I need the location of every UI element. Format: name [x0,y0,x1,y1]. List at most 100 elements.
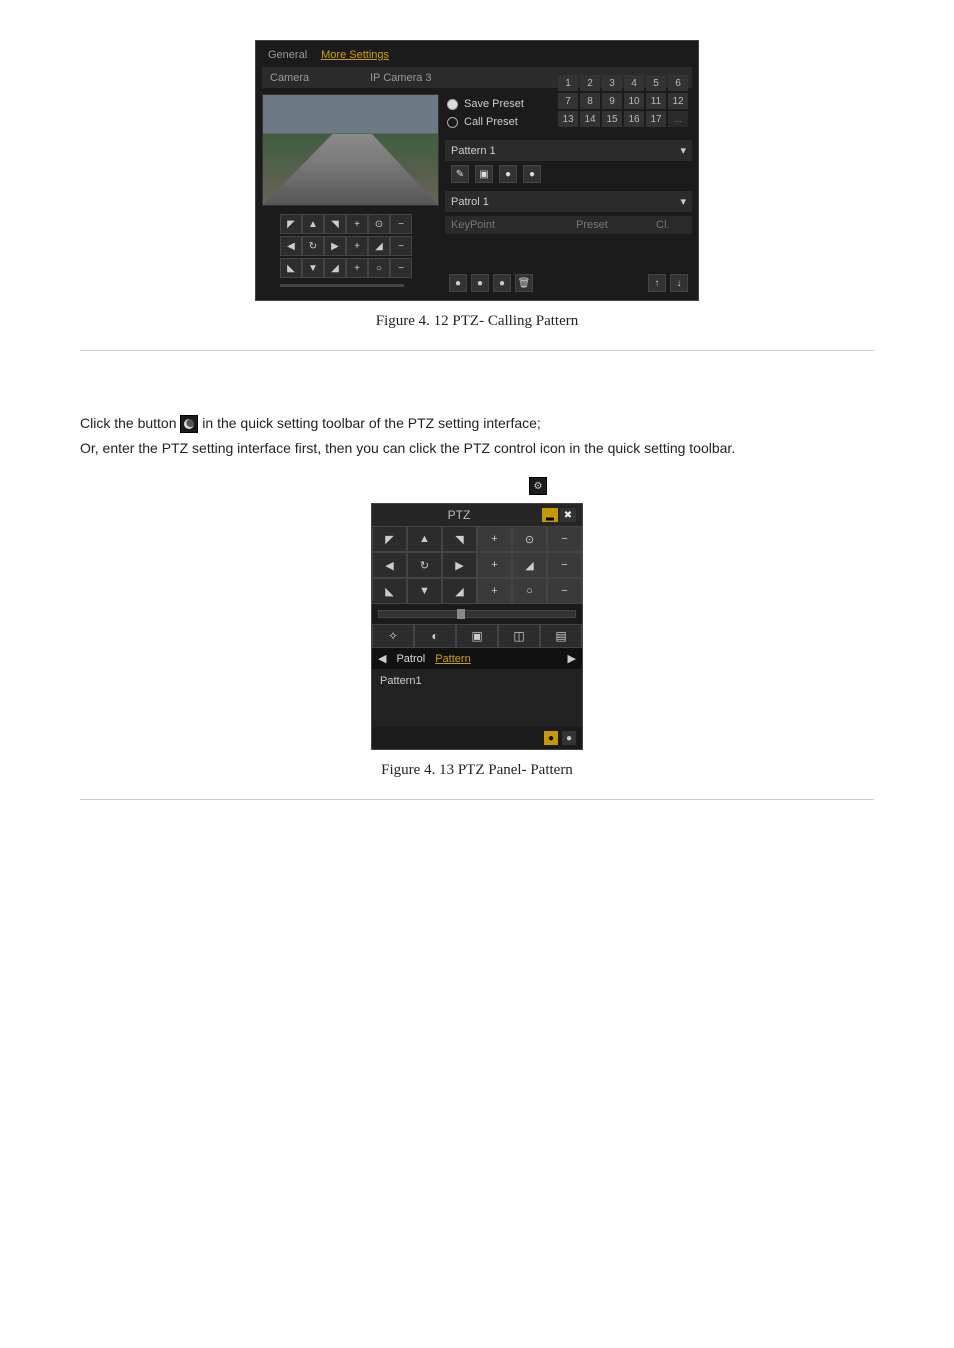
ptz-left-button[interactable]: ◀ [280,236,302,256]
keypoint-header-row: KeyPoint Preset Cl. [445,216,692,234]
ptz-panel-tabs: ◀ Patrol Pattern ▶ [372,648,582,669]
ptz-quick-icon [180,415,198,433]
center-button[interactable]: ◫ [498,624,540,648]
ptz-up-button[interactable]: ▲ [407,526,442,552]
patrol-up-button[interactable]: ↑ [648,274,666,292]
focus-in-button[interactable]: + [346,236,368,256]
line2: Or, enter the PTZ setting interface firs… [80,440,735,456]
tabs-left-arrow[interactable]: ◀ [378,652,386,665]
divider [80,350,874,351]
preset-6[interactable]: 6 [668,75,688,91]
ptz-speed-slider[interactable] [280,284,404,287]
pattern-list: Pattern1 [372,669,582,727]
iris-in-button[interactable]: + [346,258,368,278]
preset-9[interactable]: 9 [602,93,622,109]
patrol-play-button[interactable]: ● [493,274,511,292]
ptz-left-button[interactable]: ◀ [372,552,407,578]
radio-selected-icon [447,99,458,110]
ptz-down-left-button[interactable]: ◣ [372,578,407,604]
zoom-out-button[interactable]: − [390,214,412,234]
ptz-down-right-button[interactable]: ◢ [324,258,346,278]
preset-13[interactable]: 13 [558,111,578,127]
ptz-feature-icons: ✧ ◐ ▣ ◫ ▤ [372,624,582,648]
preset-8[interactable]: 8 [580,93,600,109]
pattern-select-row[interactable]: Pattern 1 ▾ [445,140,692,161]
close-button[interactable]: ✖ [560,508,576,522]
preset-16[interactable]: 16 [624,111,644,127]
ptz-up-right-button[interactable]: ◥ [442,526,477,552]
zoom-out-button[interactable]: − [547,526,582,552]
line1-prefix: Click the button [80,415,180,431]
ptz-down-right-button[interactable]: ◢ [442,578,477,604]
camera-preview [262,94,439,206]
line1-suffix: in the quick setting toolbar of the PTZ … [202,415,541,431]
patrol-delete-button[interactable]: 🗑 [515,274,533,292]
pattern-stop2-button[interactable]: ● [523,165,541,183]
3d-zoom-button[interactable]: ▣ [456,624,498,648]
preset-10[interactable]: 10 [624,93,644,109]
iris-out-button[interactable]: − [390,258,412,278]
preset-2[interactable]: 2 [580,75,600,91]
ptz-auto-button[interactable]: ↻ [407,552,442,578]
menu-button[interactable]: ▤ [540,624,582,648]
preset-12[interactable]: 12 [668,93,688,109]
preset-more[interactable]: ... [668,111,688,127]
ptz-speed-slider[interactable] [378,610,576,618]
preset-3[interactable]: 3 [602,75,622,91]
light-button[interactable]: ✧ [372,624,414,648]
pattern-play-controls: ● ● [372,727,582,749]
pattern-start-button[interactable]: ● [544,731,558,745]
zoom-in-button[interactable]: + [346,214,368,234]
preset-17[interactable]: 17 [646,111,666,127]
ptz-right-button[interactable]: ▶ [324,236,346,256]
direction-pad: ◤ ▲ ◥ + ⊙ − ◀ ↻ ▶ + ◢ − ◣ ▼ ◢ [280,214,439,287]
zoom-icon: ⊙ [368,214,390,234]
preset-5[interactable]: 5 [646,75,666,91]
focus-icon: ◢ [512,552,547,578]
patrol-edit-button[interactable]: ● [471,274,489,292]
pattern-list-item[interactable]: Pattern1 [380,675,574,687]
focus-out-button[interactable]: − [547,552,582,578]
ptz-auto-button[interactable]: ↻ [302,236,324,256]
camera-label: Camera [270,72,370,84]
focus-out-button[interactable]: − [390,236,412,256]
ptz-up-left-button[interactable]: ◤ [280,214,302,234]
ptz-settings-gear-icon[interactable]: ⚙ [529,477,547,495]
figure-12-caption: Figure 4. 12 PTZ- Calling Pattern [80,313,874,330]
preset-4[interactable]: 4 [624,75,644,91]
figure-13-caption: Figure 4. 13 PTZ Panel- Pattern [80,762,874,779]
ptz-up-button[interactable]: ▲ [302,214,324,234]
wiper-button[interactable]: ◐ [414,624,456,648]
ptz-up-right-button[interactable]: ◥ [324,214,346,234]
preset-1[interactable]: 1 [558,75,578,91]
ptz-right-button[interactable]: ▶ [442,552,477,578]
patrol-select-row[interactable]: Patrol 1 ▾ [445,191,692,212]
pattern-stop-button[interactable]: ▣ [475,165,493,183]
pattern-label: Pattern 1 [451,145,496,157]
pattern-stop-button[interactable]: ● [562,731,576,745]
ptz-down-left-button[interactable]: ◣ [280,258,302,278]
ptz-down-button[interactable]: ▼ [407,578,442,604]
iris-out-button[interactable]: − [547,578,582,604]
tab-more-settings[interactable]: More Settings [321,49,389,61]
chevron-down-icon: ▾ [680,195,686,208]
focus-in-button[interactable]: + [477,552,512,578]
preset-7[interactable]: 7 [558,93,578,109]
preset-11[interactable]: 11 [646,93,666,109]
tab-general[interactable]: General [268,49,307,61]
pattern-play-button[interactable]: ● [499,165,517,183]
preset-15[interactable]: 15 [602,111,622,127]
ptz-down-button[interactable]: ▼ [302,258,324,278]
tab-patrol[interactable]: Patrol [396,653,425,665]
tab-pattern[interactable]: Pattern [435,653,470,665]
minimize-button[interactable]: ▂ [542,508,558,522]
ptz-up-left-button[interactable]: ◤ [372,526,407,552]
ptz-panel-title: PTZ [378,508,540,522]
iris-in-button[interactable]: + [477,578,512,604]
tabs-right-arrow[interactable]: ▶ [568,652,576,665]
patrol-add-button[interactable]: ● [449,274,467,292]
preset-14[interactable]: 14 [580,111,600,127]
patrol-down-button[interactable]: ↓ [670,274,688,292]
zoom-in-button[interactable]: + [477,526,512,552]
pattern-edit-button[interactable]: ✎ [451,165,469,183]
